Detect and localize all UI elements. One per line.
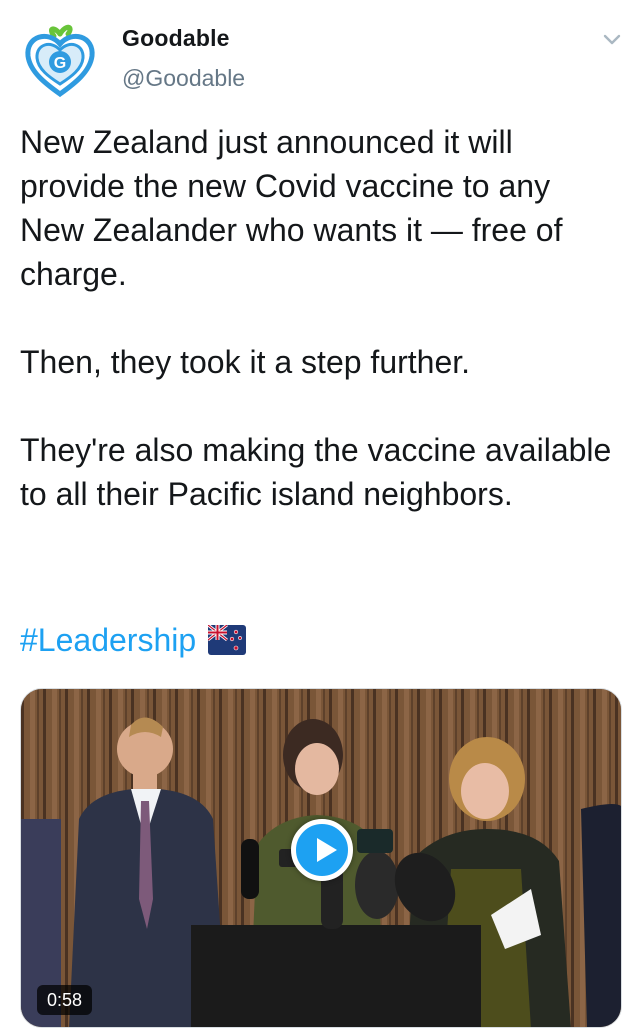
tweet-paragraph: Then, they took it a step further.: [20, 344, 471, 380]
display-name[interactable]: Goodable: [122, 24, 245, 52]
tweet-paragraph: They're also making the vaccine availabl…: [20, 432, 612, 512]
user-names: Goodable @Goodable: [122, 24, 245, 92]
new-zealand-flag-icon: [208, 625, 247, 655]
hashtag-link[interactable]: #Leadership: [20, 622, 196, 658]
user-handle[interactable]: @Goodable: [122, 64, 245, 92]
chevron-down-icon[interactable]: [600, 28, 624, 52]
tweet-header: G Goodable @Goodable: [0, 0, 640, 110]
tweet-body: New Zealand just announced it will provi…: [20, 120, 620, 516]
goodable-logo-icon: G: [25, 24, 95, 98]
avatar[interactable]: G: [18, 14, 102, 98]
play-button[interactable]: [291, 819, 353, 881]
video-duration: 0:58: [37, 985, 93, 1015]
avatar-letter: G: [54, 55, 66, 72]
video-player[interactable]: 0:58: [20, 688, 622, 1028]
tweet-paragraph: New Zealand just announced it will provi…: [20, 124, 563, 292]
hashtag-row: #Leadership: [20, 616, 247, 664]
